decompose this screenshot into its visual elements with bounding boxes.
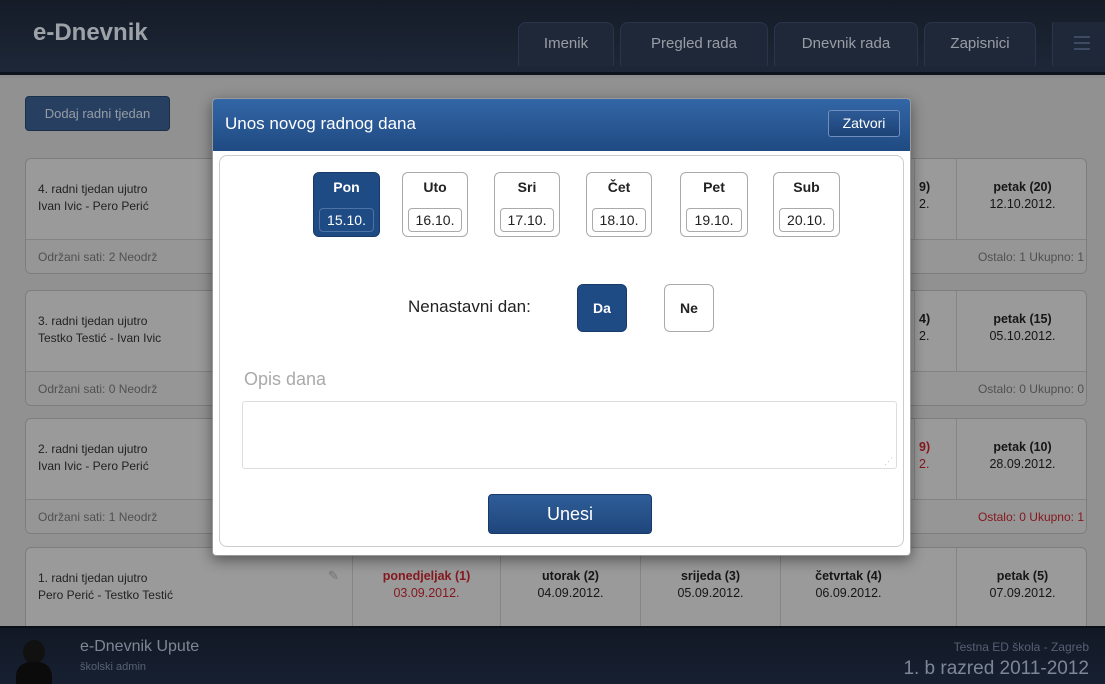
day-button-label: Pet [703,179,725,195]
day-button-sri[interactable]: Sri 17.10. [494,172,560,237]
day-button-date: 20.10. [779,208,834,232]
non-teaching-no-button[interactable]: Ne [664,284,714,332]
day-button-date: 15.10. [319,208,374,232]
day-button-pon[interactable]: Pon 15.10. [313,172,380,237]
dialog-title: Unos novog radnog dana [225,114,416,133]
day-button-label: Čet [607,179,631,195]
day-button-date: 18.10. [592,208,646,232]
non-teaching-label: Nenastavni dan: [408,297,531,316]
day-button-label: Uto [423,179,447,195]
day-button-date: 17.10. [500,208,554,232]
day-button-label: Pon [333,179,360,195]
day-button-label: Sub [793,179,820,195]
day-button-sub[interactable]: Sub 20.10. [773,172,840,237]
dialog-body: Pon 15.10. Uto 16.10. Sri 17.10. Čet 18.… [219,155,904,547]
day-button-date: 19.10. [686,208,742,232]
day-button-label: Sri [517,179,537,195]
new-day-dialog: Unos novog radnog dana Zatvori Pon 15.10… [212,98,911,556]
description-label: Opis dana [244,369,327,389]
day-button-pet[interactable]: Pet 19.10. [680,172,748,237]
description-textarea[interactable] [242,401,897,469]
day-button-uto[interactable]: Uto 16.10. [402,172,468,237]
day-button-date: 16.10. [408,208,462,232]
day-button-cet[interactable]: Čet 18.10. [586,172,652,237]
submit-button[interactable]: Unesi [488,494,652,534]
non-teaching-yes-button[interactable]: Da [577,284,627,332]
close-button[interactable]: Zatvori [828,110,900,137]
resize-grip-icon[interactable]: ⋰ [884,456,893,467]
dialog-header: Unos novog radnog dana Zatvori [213,99,910,151]
